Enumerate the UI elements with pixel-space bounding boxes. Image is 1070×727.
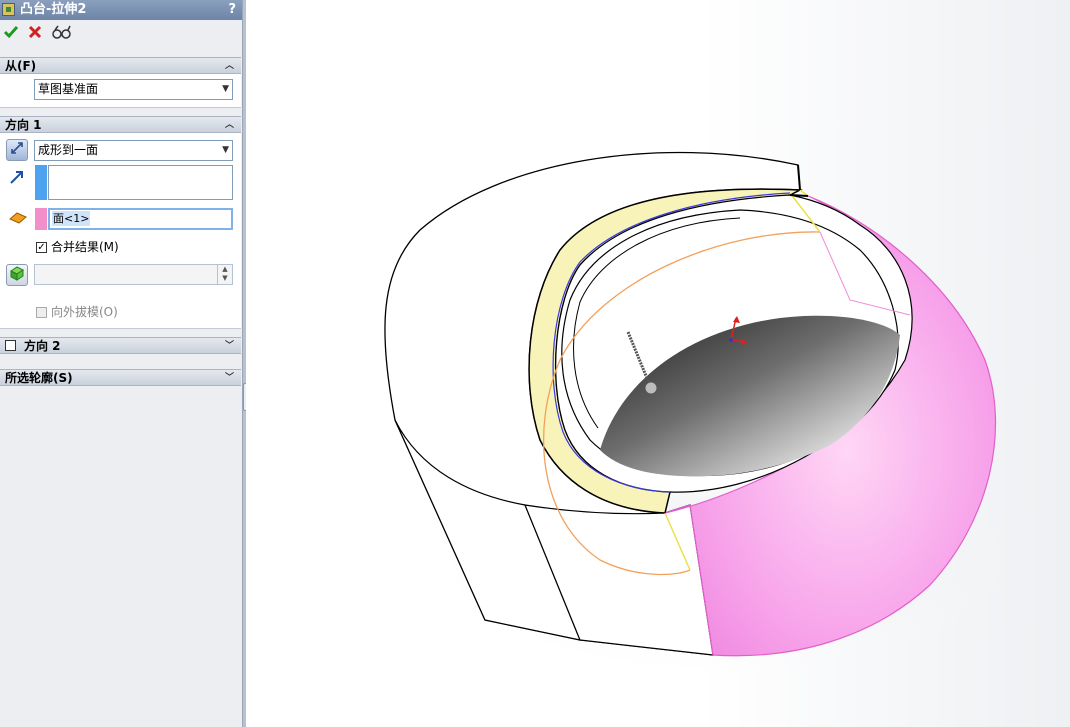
- merge-result-checkbox[interactable]: ✓: [36, 242, 47, 253]
- reverse-direction-button[interactable]: [6, 139, 28, 161]
- from-section-header[interactable]: 从(F) ︿: [0, 57, 241, 74]
- merge-result-label: 合并结果(M): [51, 240, 119, 254]
- collapse-chevron-icon[interactable]: ︿: [225, 117, 234, 134]
- draft-angle-spinner[interactable]: ▲ ▼: [217, 265, 232, 284]
- direction2-section-header[interactable]: 方向 2 ﹀: [0, 337, 241, 354]
- direction2-checkbox[interactable]: [5, 340, 16, 351]
- model-view: [384, 151, 1020, 680]
- chevron-down-icon: ▼: [222, 145, 229, 155]
- face-selection-box[interactable]: 面<1>: [48, 208, 233, 230]
- ok-button[interactable]: [3, 24, 19, 44]
- property-manager-panel: 凸台-拉伸2 ? 从(F) ︿ 草图基准面 ▼ 方向 1 ︿ 成形到一面 ▼ 面…: [0, 0, 243, 727]
- draft-icon: [10, 266, 24, 281]
- graphics-viewport[interactable]: [246, 0, 1070, 727]
- face-color-bar: [35, 208, 47, 230]
- glasses-icon: [52, 25, 71, 39]
- direction-arrow-icon: [9, 169, 25, 188]
- expand-chevron-icon[interactable]: ﹀: [225, 370, 234, 387]
- selected-face-item[interactable]: 面<1>: [52, 211, 91, 226]
- reverse-direction-icon: [11, 142, 23, 154]
- end-condition-select[interactable]: 成形到一面 ▼: [34, 140, 233, 161]
- feature-title-bar: 凸台-拉伸2 ?: [0, 0, 242, 20]
- contours-section-header[interactable]: 所选轮廓(S) ﹀: [0, 369, 241, 386]
- direction-color-bar: [35, 165, 47, 200]
- cancel-button[interactable]: [27, 24, 43, 44]
- direction2-section-title: 方向 2: [24, 339, 61, 353]
- expand-chevron-icon[interactable]: ﹀: [225, 338, 234, 355]
- drag-handle-knob[interactable]: [644, 381, 658, 395]
- chevron-down-icon: ▼: [222, 84, 229, 94]
- draft-toggle-button[interactable]: [6, 264, 28, 286]
- from-section-body: 草图基准面 ▼: [0, 74, 241, 108]
- direction1-section-title: 方向 1: [5, 118, 42, 132]
- face-selection-icon: [9, 211, 27, 228]
- end-condition-value: 成形到一面: [38, 143, 99, 157]
- x-icon: [28, 25, 42, 39]
- preview-button[interactable]: [52, 24, 72, 44]
- from-section-title: 从(F): [5, 59, 37, 73]
- help-button[interactable]: ?: [228, 0, 236, 20]
- contours-section-title: 所选轮廓(S): [5, 371, 73, 385]
- draft-angle-input[interactable]: ▲ ▼: [34, 264, 233, 285]
- boss-extrude-icon: [2, 3, 15, 16]
- direction1-section-body: 成形到一面 ▼ 面<1> ✓ 合并结果(M) ▲ ▼ 向外拔模(O): [0, 133, 241, 329]
- direction1-section-header[interactable]: 方向 1 ︿: [0, 116, 241, 133]
- feature-title: 凸台-拉伸2: [20, 2, 87, 17]
- draft-outward-label: 向外拔模(O): [51, 305, 118, 319]
- collapse-chevron-icon[interactable]: ︿: [225, 58, 234, 75]
- draft-outward-checkbox[interactable]: [36, 307, 47, 318]
- direction-vector-selection-box[interactable]: [48, 165, 233, 200]
- from-start-condition-value: 草图基准面: [38, 82, 99, 96]
- checkmark-icon: [3, 26, 19, 39]
- from-start-condition-select[interactable]: 草图基准面 ▼: [34, 79, 233, 100]
